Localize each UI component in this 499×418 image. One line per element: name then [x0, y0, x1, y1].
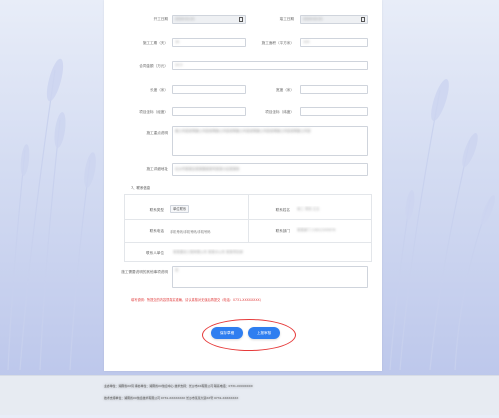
contact-name-field[interactable]: 张三 李四 王五	[294, 205, 368, 214]
length-field[interactable]	[172, 85, 246, 94]
contact-phone-label: 联系电话	[149, 229, 164, 233]
contact-type-button[interactable]: 单位联系	[170, 205, 190, 213]
start-date-label: 开工日期	[153, 17, 168, 21]
highlight-ellipse	[202, 319, 296, 351]
latitude-label: 项目坐标（纬度）	[265, 110, 294, 114]
width-field[interactable]	[300, 85, 368, 94]
amount-field[interactable]: 20.5	[172, 61, 368, 70]
notice-text: 填写说明：所提交的内容须真实准确，请认真核对无误后再提交（电话：0731-XXX…	[131, 298, 263, 302]
duration-label: 施工工期（天）	[142, 41, 168, 45]
remark-textarea[interactable]: 无	[172, 266, 368, 288]
contact-dept-2-label: 联系人单位	[146, 251, 164, 255]
description-textarea[interactable]: 施工内容说明施工内容说明施工内容说明施工内容说明施工内容说明施工内容说明施工内容	[172, 126, 368, 156]
section-7-title: 7、联系信息	[131, 186, 151, 190]
footer-line-2: 技术支持单位：湖南省XX信息技术有限公司 0731-XXXXXXXX 长沙市某某…	[104, 396, 239, 400]
address-label: 施工详细地址	[146, 167, 168, 171]
end-date-field[interactable]: 2024-02-01	[300, 15, 368, 24]
end-date-label: 竣工日期	[279, 17, 294, 21]
longitude-field[interactable]	[172, 107, 246, 116]
latitude-field[interactable]	[300, 107, 368, 116]
duration-field[interactable]: 30	[172, 38, 246, 47]
area-label: 施工面积（平方米）	[261, 41, 294, 45]
contact-type-label: 联系类型	[149, 208, 164, 212]
contact-name-label: 联系姓名	[275, 208, 290, 212]
calendar-icon	[361, 17, 365, 22]
contact-dept-2-field[interactable]: 某某建设工程有限公司 某某分公司 某某项目部	[170, 248, 366, 257]
area-field[interactable]: 100	[300, 38, 368, 47]
start-date-field[interactable]: 2024-01-01	[172, 15, 246, 24]
contact-phone-value: 手机号码/手机号码/手机号码	[170, 230, 211, 234]
grid-divider	[248, 194, 249, 243]
longitude-label: 项目坐标（经度）	[139, 110, 168, 114]
remark-label: 施工需要说明的其他事项说明	[121, 270, 168, 274]
description-label: 施工重点说明	[146, 131, 168, 135]
contact-dept-label: 联系部门	[275, 229, 290, 233]
address-field[interactable]: 长沙市某某区某某路某某号某某小区某某栋	[172, 163, 368, 176]
contact-dept-field[interactable]: 某某部门 13812345678	[294, 226, 368, 235]
footer: 主办单位：湖南省XX局 承办单位：湖南省XX信息中心 技术支持：长沙市XX有限公…	[0, 375, 499, 415]
form-panel: 开工日期 2024-01-01 竣工日期 2024-02-01 施工工期（天） …	[104, 0, 382, 371]
footer-line-1: 主办单位：湖南省XX局 承办单位：湖南省XX信息中心 技术支持：长沙市XX有限公…	[104, 384, 253, 388]
calendar-icon	[239, 17, 243, 22]
amount-label: 合同金额（万元）	[139, 64, 168, 68]
length-label: 长度（米）	[150, 88, 168, 92]
width-label: 宽度（米）	[276, 88, 294, 92]
